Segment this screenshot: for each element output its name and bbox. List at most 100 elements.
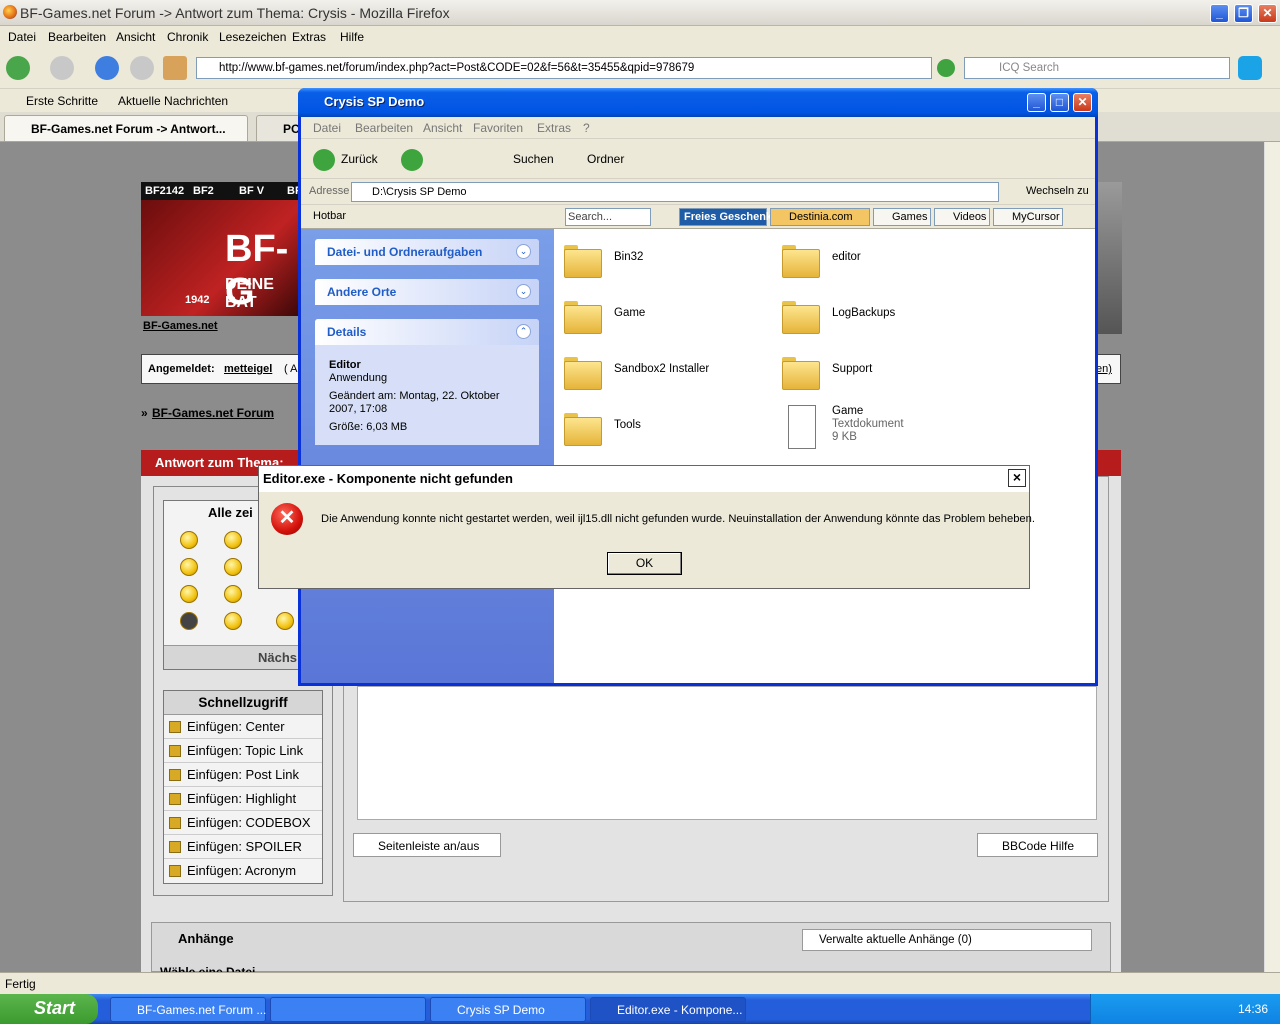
explorer-menu-help[interactable]: ?	[583, 121, 590, 135]
explorer-minimize-button[interactable]: _	[1027, 93, 1046, 112]
game-tabs: BF2142 BF2 BF V BF	[141, 182, 302, 200]
stop-icon[interactable]	[130, 56, 154, 80]
quick-insert-post-link[interactable]: Einfügen: Post Link	[164, 763, 322, 787]
explorer-close-button[interactable]: ✕	[1073, 93, 1092, 112]
search-input[interactable]: ICQ Search	[964, 57, 1230, 79]
emoticon-icon[interactable]	[224, 531, 242, 549]
explorer-menu-bearbeiten[interactable]: Bearbeiten	[355, 121, 413, 135]
emoticon-icon[interactable]	[224, 612, 242, 630]
folder-item[interactable]: Tools	[564, 403, 774, 453]
folder-item[interactable]: editor	[782, 235, 992, 285]
login-user-link[interactable]: metteigel	[224, 363, 272, 375]
tab-forum[interactable]: BF-Games.net Forum -> Antwort...	[4, 115, 248, 141]
taskbar-explorer[interactable]: Crysis SP Demo	[430, 997, 586, 1022]
attachments-select[interactable]: Verwalte aktuelle Anhänge (0)	[802, 929, 1092, 951]
home-icon[interactable]	[163, 56, 187, 80]
folder-item[interactable]: Sandbox2 Installer	[564, 347, 774, 397]
folder-item[interactable]: Support	[782, 347, 992, 397]
skype-icon[interactable]	[1238, 56, 1262, 80]
dialog-close-button[interactable]: ×	[1008, 469, 1026, 487]
bookmark-aktuelle-nachrichten[interactable]: Aktuelle Nachrichten	[118, 94, 228, 108]
chevron-down-icon[interactable]: ⌄	[516, 244, 531, 259]
url-bar[interactable]: http://www.bf-games.net/forum/index.php?…	[196, 57, 932, 79]
folder-item[interactable]: Game	[564, 291, 774, 341]
logout-link[interactable]: en)	[1096, 363, 1112, 375]
chevron-up-icon[interactable]: ⌃	[516, 324, 531, 339]
menu-bearbeiten[interactable]: Bearbeiten	[48, 30, 106, 44]
menu-hilfe[interactable]: Hilfe	[340, 30, 364, 44]
folder-item[interactable]: Bin32	[564, 235, 774, 285]
bookmark-erste-schritte[interactable]: Erste Schritte	[26, 94, 98, 108]
destinia-button[interactable]: Destinia.com	[770, 208, 870, 226]
address-input[interactable]: D:\Crysis SP Demo	[351, 182, 999, 202]
folder-item[interactable]: LogBackups	[782, 291, 992, 341]
taskbar-editor-dialog[interactable]: Editor.exe - Kompone...	[590, 997, 746, 1022]
taskbar-hidden-window[interactable]	[270, 997, 426, 1022]
menu-chronik[interactable]: Chronik	[167, 30, 208, 44]
emoticon-next-link[interactable]: Nächs	[258, 650, 297, 665]
taskbar-firefox[interactable]: BF-Games.net Forum ...	[110, 997, 266, 1022]
explorer-menu-ansicht[interactable]: Ansicht	[423, 121, 462, 135]
videos-button[interactable]: Videos	[934, 208, 990, 226]
quick-insert-highlight[interactable]: Einfügen: Highlight	[164, 787, 322, 811]
explorer-maximize-button[interactable]: □	[1050, 93, 1069, 112]
game-tab[interactable]: BF2	[193, 185, 214, 197]
emoticon-icon[interactable]	[224, 585, 242, 603]
explorer-window: Crysis SP Demo _ □ ✕ Datei Bearbeiten An…	[298, 88, 1098, 686]
menu-lesezeichen[interactable]: Lesezeichen	[219, 30, 286, 44]
game-tab[interactable]: BF2142	[145, 185, 184, 197]
breadcrumb-link[interactable]: BF-Games.net Forum	[152, 406, 274, 420]
emoticon-icon[interactable]	[180, 612, 198, 630]
chevron-down-icon[interactable]: ⌄	[516, 284, 531, 299]
start-button[interactable]: Start	[0, 994, 98, 1024]
menu-datei[interactable]: Datei	[8, 30, 36, 44]
forward-arrow-icon[interactable]	[401, 149, 423, 171]
ok-button[interactable]: OK	[607, 552, 682, 575]
post-textarea[interactable]	[357, 686, 1097, 820]
explorer-search-button[interactable]: Suchen	[513, 152, 554, 166]
games-button[interactable]: Games	[873, 208, 931, 226]
game-tab[interactable]: BF V	[239, 185, 264, 197]
links-search-input[interactable]: Search...	[565, 208, 651, 226]
quick-insert-topic-link[interactable]: Einfügen: Topic Link	[164, 739, 322, 763]
explorer-menu-extras[interactable]: Extras	[537, 121, 571, 135]
restore-button[interactable]: ❐	[1234, 4, 1253, 23]
back-arrow-icon[interactable]	[313, 149, 335, 171]
hotbar-menu[interactable]: Hotbar	[313, 210, 346, 222]
go-icon[interactable]	[937, 59, 955, 77]
dialog-title: Editor.exe - Komponente nicht gefunden	[263, 471, 513, 486]
menu-extras[interactable]: Extras	[292, 30, 326, 44]
emoticon-icon[interactable]	[180, 585, 198, 603]
login-label: Angemeldet:	[148, 363, 215, 375]
panel-file-folder-tasks[interactable]: Datei- und Ordneraufgaben ⌄	[315, 239, 539, 265]
file-item[interactable]: Game Textdokument 9 KB	[782, 403, 992, 453]
panel-other-places[interactable]: Andere Orte ⌄	[315, 279, 539, 305]
site-home-link[interactable]: BF-Games.net	[143, 320, 218, 332]
vertical-scrollbar[interactable]	[1264, 142, 1280, 972]
free-gift-button[interactable]: Freies Geschenk	[679, 208, 772, 226]
back-icon[interactable]	[6, 56, 30, 80]
close-button[interactable]: ✕	[1258, 4, 1277, 23]
emoticon-icon[interactable]	[224, 558, 242, 576]
menu-ansicht[interactable]: Ansicht	[116, 30, 155, 44]
reload-icon[interactable]	[95, 56, 119, 80]
quick-insert-center[interactable]: Einfügen: Center	[164, 715, 322, 739]
go-button[interactable]: Wechseln zu	[1026, 185, 1089, 197]
minimize-button[interactable]: _	[1210, 4, 1229, 23]
explorer-menu-datei[interactable]: Datei	[313, 121, 341, 135]
sidebar-toggle-button[interactable]: Seitenleiste an/aus	[353, 833, 501, 857]
bbcode-help-button[interactable]: BBCode Hilfe	[977, 833, 1098, 857]
emoticon-icon[interactable]	[180, 558, 198, 576]
forward-icon[interactable]	[50, 56, 74, 80]
explorer-menu-favoriten[interactable]: Favoriten	[473, 121, 523, 135]
emoticon-icon[interactable]	[180, 531, 198, 549]
quick-insert-spoiler[interactable]: Einfügen: SPOILER	[164, 835, 322, 859]
quick-insert-codebox[interactable]: Einfügen: CODEBOX	[164, 811, 322, 835]
explorer-back-button[interactable]: Zurück	[341, 152, 378, 166]
attachments-title: Anhänge	[178, 931, 234, 946]
quick-insert-acronym[interactable]: Einfügen: Acronym	[164, 859, 322, 883]
firefox-icon	[3, 5, 17, 19]
explorer-folders-button[interactable]: Ordner	[587, 152, 624, 166]
mycursor-button[interactable]: MyCursor	[993, 208, 1063, 226]
emoticon-icon[interactable]	[276, 612, 294, 630]
